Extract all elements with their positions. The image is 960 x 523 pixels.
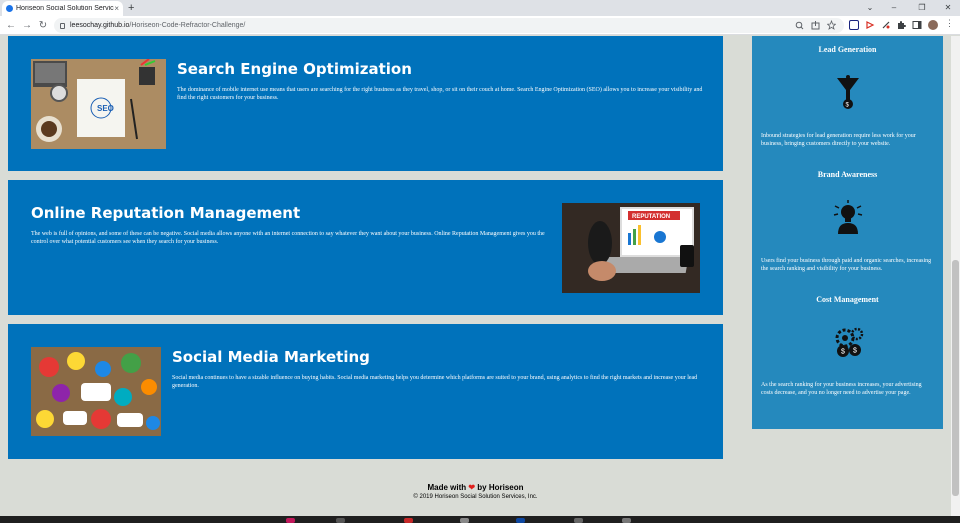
social-media-image <box>31 347 161 436</box>
footer-made-with: Made with ❤ by Horiseon <box>0 483 951 492</box>
zoom-icon[interactable] <box>795 18 804 33</box>
address-bar[interactable]: leesochay.github.io/Horiseon-Code-Refrac… <box>54 18 844 33</box>
new-tab-button[interactable]: + <box>128 0 134 16</box>
taskbar-app-icon[interactable] <box>516 518 525 523</box>
back-button[interactable]: ← <box>4 18 18 33</box>
lock-icon <box>60 22 65 29</box>
tab-title: Horiseon Social Solution Services <box>16 5 115 12</box>
forward-button[interactable]: → <box>20 18 34 33</box>
extension-icon[interactable] <box>849 20 859 30</box>
seo-text: The dominance of mobile internet use mea… <box>177 87 703 101</box>
footer-copyright: © 2019 Horiseon Social Solution Services… <box>413 494 538 500</box>
footer-by-text: by Horiseon <box>477 483 524 492</box>
taskbar-app-icon[interactable] <box>574 518 583 523</box>
close-window-button[interactable]: ✕ <box>938 0 958 16</box>
taskbar-app-icon[interactable] <box>336 518 345 523</box>
url-path: /Horiseon-Code-Refractor-Challenge/ <box>129 22 246 29</box>
extension-red-icon[interactable] <box>865 20 875 30</box>
taskbar-app-icon[interactable] <box>460 518 469 523</box>
share-icon[interactable] <box>811 18 820 33</box>
browser-menu-icon[interactable]: ⋮ <box>945 18 954 29</box>
lightbulb-person-icon <box>833 200 863 234</box>
seo-image: SEO <box>31 59 166 149</box>
seo-section: SEO Search Engine Optimization The domin… <box>8 36 723 171</box>
extensions-puzzle-icon[interactable] <box>896 20 906 30</box>
reputation-section: Online Reputation Management The web is … <box>8 180 723 315</box>
tab-strip: Horiseon Social Solution Services × + ⌄ … <box>0 0 960 16</box>
favicon-icon <box>6 5 13 12</box>
tab-close-icon[interactable]: × <box>114 4 119 13</box>
profile-avatar[interactable] <box>928 20 938 30</box>
side-panel-icon[interactable] <box>912 20 922 30</box>
seo-heading: Search Engine Optimization <box>177 60 412 78</box>
browser-toolbar: ← → ↻ leesochay.github.io/Horiseon-Code-… <box>0 16 960 35</box>
browser-tab[interactable]: Horiseon Social Solution Services × <box>2 1 123 16</box>
reputation-heading: Online Reputation Management <box>31 204 301 222</box>
url-domain: leesochay.github.io <box>70 22 130 29</box>
reputation-image: REPUTATION <box>562 203 700 293</box>
tab-search-icon[interactable]: ⌄ <box>860 0 880 16</box>
scrollbar-thumb[interactable] <box>952 260 959 496</box>
extension-edit-icon[interactable] <box>881 20 891 30</box>
social-media-section: Social Media Marketing Social media cont… <box>8 324 723 459</box>
funnel-dollar-icon: $ <box>837 75 859 109</box>
gears-dollar-icon: $ $ <box>835 327 864 357</box>
lead-generation-text: Inbound strategies for lead generation r… <box>761 133 916 147</box>
page-scrollbar[interactable] <box>951 36 960 516</box>
reputation-image-label: REPUTATION <box>632 214 670 220</box>
taskbar-app-icon[interactable] <box>404 518 413 523</box>
bookmark-star-icon[interactable] <box>827 18 836 33</box>
os-taskbar <box>0 516 960 523</box>
reputation-text: The web is full of opinions, and some of… <box>31 231 545 245</box>
svg-text:$: $ <box>853 348 857 355</box>
footer-made-with-text: Made with <box>427 483 467 492</box>
benefits-sidebar: Lead Generation $ Inbound strategies for… <box>752 36 943 429</box>
social-media-text: Social media continues to have a sizable… <box>172 375 698 389</box>
taskbar-app-icon[interactable] <box>286 518 295 523</box>
heart-icon: ❤ <box>468 483 476 492</box>
minimize-button[interactable]: – <box>884 0 904 16</box>
reload-button[interactable]: ↻ <box>36 18 50 33</box>
taskbar-app-icon[interactable] <box>622 518 631 523</box>
cost-management-text: As the search ranking for your business … <box>761 382 922 396</box>
lead-generation-heading: Lead Generation <box>818 45 877 54</box>
svg-text:$: $ <box>841 349 845 356</box>
social-media-heading: Social Media Marketing <box>172 348 370 366</box>
brand-awareness-text: Users find your business through paid an… <box>761 258 932 272</box>
cost-management-heading: Cost Management <box>816 295 879 304</box>
restore-button[interactable]: ❐ <box>912 0 932 16</box>
brand-awareness-heading: Brand Awareness <box>817 170 878 179</box>
